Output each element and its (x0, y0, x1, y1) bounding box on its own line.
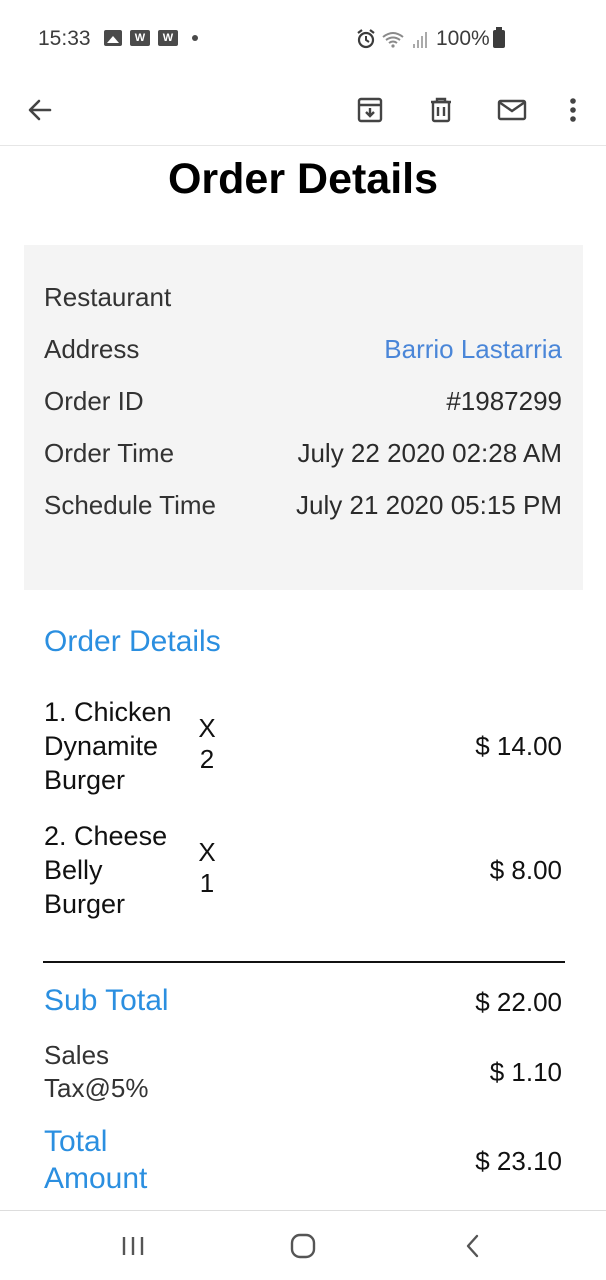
back-arrow-icon[interactable] (18, 88, 62, 132)
system-status-icons (357, 29, 427, 49)
w-app-icon: W (130, 30, 150, 46)
order-info-panel: Restaurant Address Barrio Lastarria Orde… (24, 245, 583, 590)
sales-tax-label: Sales Tax@5% (44, 1040, 149, 1103)
schedule-time-label: Schedule Time (44, 490, 216, 520)
w-app-icon: W (158, 30, 178, 46)
page-title: Order Details (167, 155, 439, 203)
item-qty-prefix: X (198, 837, 216, 867)
recents-icon[interactable] (113, 1229, 153, 1263)
system-nav-bar (0, 1210, 606, 1280)
wifi-icon (382, 32, 404, 48)
list-item: 1. Chicken Dynamite Burger X 2 $ 14.00 (44, 695, 564, 795)
order-id-row: Order ID #1987299 (44, 386, 562, 426)
more-notifications-dot (192, 35, 198, 41)
address-row: Address Barrio Lastarria (44, 334, 562, 374)
restaurant-label: Restaurant (44, 282, 172, 312)
address-link[interactable]: Barrio Lastarria (384, 334, 562, 365)
status-bar: 15:33 W W 100% (0, 0, 606, 78)
total-amount-label: Total Amount (44, 1125, 148, 1195)
more-vert-icon[interactable] (551, 88, 595, 132)
total-amount-value: $ 23.10 (475, 1146, 562, 1176)
signal-icon (413, 32, 427, 48)
order-time-value: July 22 2020 02:28 AM (297, 438, 562, 468)
divider (43, 961, 565, 963)
item-qty-prefix: X (198, 713, 216, 743)
list-item: 2. Cheese Belly Burger X 1 $ 8.00 (44, 819, 564, 919)
schedule-time-row: Schedule Time July 21 2020 05:15 PM (44, 490, 562, 530)
schedule-time-value: July 21 2020 05:15 PM (296, 490, 562, 520)
item-qty: 1 (199, 868, 215, 898)
battery-level: 100% (436, 27, 490, 50)
gallery-icon (104, 30, 122, 46)
order-details-heading: Order Details (44, 625, 221, 658)
app-toolbar (0, 78, 606, 146)
status-time: 15:33 (38, 27, 91, 50)
back-icon[interactable] (453, 1229, 493, 1263)
order-id-label: Order ID (44, 386, 144, 416)
item-name: 2. Cheese Belly Burger (44, 821, 168, 919)
archive-icon[interactable] (348, 88, 392, 132)
address-label: Address (44, 334, 140, 364)
sub-total-value: $ 22.00 (475, 987, 562, 1017)
sub-total-label: Sub Total (44, 984, 169, 1017)
order-time-row: Order Time July 22 2020 02:28 AM (44, 438, 562, 478)
mail-icon[interactable] (490, 88, 534, 132)
restaurant-row: Restaurant (44, 282, 562, 322)
delete-icon[interactable] (419, 88, 463, 132)
item-name: 1. Chicken Dynamite Burger (44, 697, 172, 795)
item-price: $ 8.00 (489, 855, 562, 885)
alarm-icon (357, 29, 375, 49)
battery-icon (493, 27, 505, 48)
order-time-label: Order Time (44, 438, 175, 468)
home-icon[interactable] (283, 1229, 323, 1263)
item-price: $ 14.00 (475, 731, 562, 761)
sales-tax-value: $ 1.10 (489, 1057, 562, 1087)
item-qty: 2 (199, 744, 215, 774)
notification-icons: W W (104, 30, 198, 46)
order-id-value: #1987299 (446, 386, 562, 416)
